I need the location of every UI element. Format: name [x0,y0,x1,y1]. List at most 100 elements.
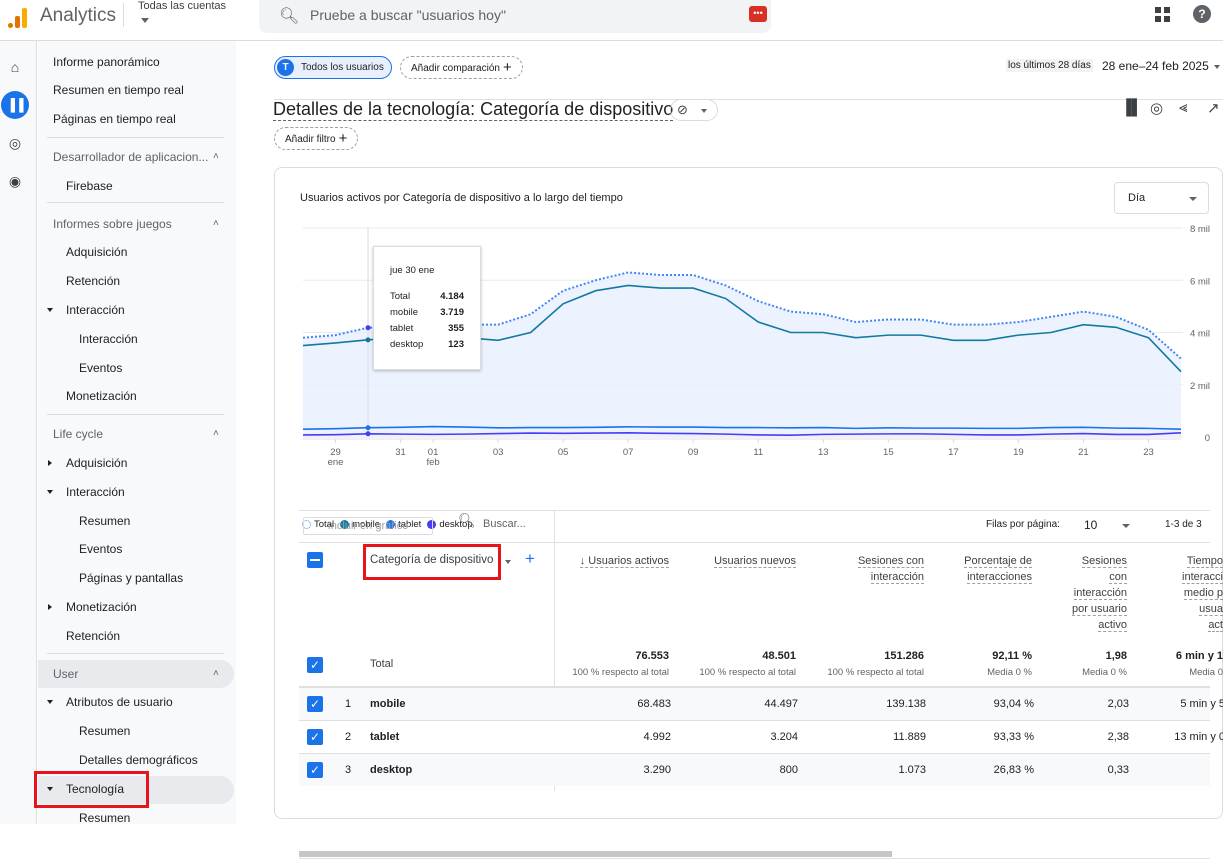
caret-right-icon[interactable] [48,604,52,610]
nav-item-informe-panoramico[interactable]: Informe panorámico [53,55,160,69]
total-checkbox[interactable]: ✓ [307,657,323,673]
add-dimension-icon[interactable]: + [525,549,535,569]
total-subtext: 100 % respecto al total [572,667,669,678]
nav-item-lc-resumen[interactable]: Resumen [79,514,130,528]
divider [123,3,124,27]
nav-item-interaccion[interactable]: Interacción [66,303,125,317]
metric-header[interactable]: Usuarios nuevos [714,553,796,569]
date-range-label[interactable]: los últimos 28 días [1006,59,1093,72]
search-bar[interactable]: 🔍︎ Pruebe a buscar "usuarios hoy" ••• [259,0,771,33]
x-tick-label: 07 [623,447,634,458]
tooltip-label: Total [390,291,411,302]
table-row[interactable]: ✓ 1 mobile 68.483 44.497 139.138 93,04 % 2,03… [299,687,1223,720]
metric-header-line: usua [1199,603,1223,616]
row-metric-value: 0,33 [1107,764,1129,776]
trend-sparkle-icon[interactable]: ↗ [1207,99,1220,117]
row-index: 3 [345,764,352,776]
tooltip-value: 123 [448,339,464,350]
nav-section-juegos[interactable]: Informes sobre juegos [53,217,172,231]
advertising-icon[interactable]: ◉ [5,171,25,191]
metric-header[interactable]: Sesiones con interacción [857,553,924,585]
nav-section-life-cycle[interactable]: Life cycle [53,427,103,441]
row-dimension-value[interactable]: desktop [370,764,412,776]
y-tick-label: 2 mil [1190,381,1210,392]
nav-item-lc-paginas[interactable]: Páginas y pantallas [79,571,183,585]
explore-icon[interactable]: ◎ [5,133,25,153]
search-input[interactable]: Pruebe a buscar "usuarios hoy" [310,7,506,23]
nav-item-lc-monetizacion[interactable]: Monetización [66,600,137,614]
metric-header[interactable]: ↓ Usuarios activos [579,553,669,569]
chart-title: Usuarios activos por Categoría de dispos… [300,192,623,204]
metric-header-line: act [1208,619,1223,632]
total-subtext: Media 0 % [1082,667,1127,678]
tooltip-row: Total 4.184 [390,291,464,302]
segment-chip[interactable]: T Todos los usuarios [274,56,392,79]
row-checkbox[interactable]: ✓ [307,762,323,778]
title-status-button[interactable]: ⊘ [670,99,718,121]
row-dimension-value[interactable]: mobile [370,698,405,710]
nav-item-lc-adquisicion[interactable]: Adquisición [66,456,127,470]
nav-item-paginas-tiempo-real[interactable]: Páginas en tiempo real [53,112,176,126]
nav-item-detalles-demograficos[interactable]: Detalles demográficos [79,753,198,767]
nav-item-atributos-resumen[interactable]: Resumen [79,724,130,738]
nav-item-atributos-usuario[interactable]: Atributos de usuario [66,695,173,709]
page-title[interactable]: Detalles de la tecnología: Categoría de … [273,98,674,121]
nav-item-eventos[interactable]: Eventos [79,361,122,375]
nav-section-desarrollador[interactable]: Desarrollador de aplicacion... [53,150,208,164]
metric-header[interactable]: Sesiones con interacción por usuario activo [1071,553,1127,633]
divider [47,653,224,654]
x-tick-label: 05 [558,447,569,458]
total-subtext: Media 0 % [987,667,1032,678]
row-dimension-value[interactable]: tablet [370,731,399,743]
table-search-input[interactable]: Buscar... [483,518,526,530]
nav-item-lc-interaccion[interactable]: Interacción [66,485,125,499]
nav-item-firebase[interactable]: Firebase [66,179,113,193]
nav-item-adquisicion[interactable]: Adquisición [66,245,127,259]
row-checkbox[interactable]: ✓ [307,729,323,745]
nav-item-lc-retencion[interactable]: Retención [66,629,120,643]
rows-per-page-select[interactable]: 10 [1084,518,1097,532]
horizontal-scrollbar[interactable] [299,851,892,857]
nav-item-interaccion-sub[interactable]: Interacción [79,332,138,346]
row-metric-value: 11.889 [893,731,926,743]
chevron-up-icon[interactable]: ˄ [213,428,219,439]
share-icon[interactable]: ⪡ [1179,99,1187,116]
help-icon[interactable]: ? [1193,5,1211,23]
insights-icon[interactable]: ◎ [1150,99,1163,117]
add-comparison-button[interactable]: Añadir comparación + [400,56,523,79]
chevron-down-icon[interactable] [505,560,511,564]
reports-icon[interactable]: ▐▐ [1,91,29,119]
chevron-down-icon[interactable] [141,18,149,23]
nav-item-resumen-tiempo-real[interactable]: Resumen en tiempo real [53,83,184,97]
nav-item-retencion[interactable]: Retención [66,274,120,288]
caret-down-icon[interactable] [47,700,53,704]
select-all-checkbox[interactable] [307,552,323,568]
caret-right-icon[interactable] [48,460,52,466]
search-icon: 🔍︎ [458,512,476,528]
row-checkbox[interactable]: ✓ [307,696,323,712]
date-range-value[interactable]: 28 ene–24 feb 2025 [1102,59,1209,73]
metric-header[interactable]: Tiempo interacci medio p usua act [1182,553,1223,633]
add-filter-button[interactable]: Añadir filtro + [274,127,359,150]
caret-down-icon[interactable] [47,490,53,494]
chevron-up-icon[interactable]: ˄ [213,151,219,162]
table-row[interactable]: ✓ 3 desktop 3.290 800 1.073 26,83 % 0,33 [299,753,1210,786]
compare-columns-icon[interactable]: ▐▌ [1121,99,1142,116]
account-selector[interactable]: Todas las cuentas [138,0,226,12]
nav-item-monetizacion[interactable]: Monetización [66,389,137,403]
table-row[interactable]: ✓ 2 tablet 4.992 3.204 11.889 93,33 % 2,38 13 … [299,720,1223,753]
chevron-up-icon[interactable]: ˄ [213,668,219,679]
total-value: 76.553 [635,650,669,662]
x-tick-label: 17 [948,447,959,458]
include-in-chart-button[interactable]: Incluir en gráfico [303,517,433,535]
apps-grid-icon[interactable] [1155,7,1170,22]
metric-header[interactable]: Porcentaje de interacciones [964,553,1032,585]
nav-section-user[interactable]: User [53,667,78,681]
nav-item-tecnologia-resumen[interactable]: Resumen [79,811,130,825]
chevron-down-icon[interactable] [1214,65,1220,69]
nav-item-lc-eventos[interactable]: Eventos [79,542,122,556]
chevron-down-icon[interactable] [1122,524,1130,528]
chevron-up-icon[interactable]: ˄ [213,218,219,229]
caret-down-icon[interactable] [47,308,53,312]
home-icon[interactable]: ⌂ [5,57,25,77]
